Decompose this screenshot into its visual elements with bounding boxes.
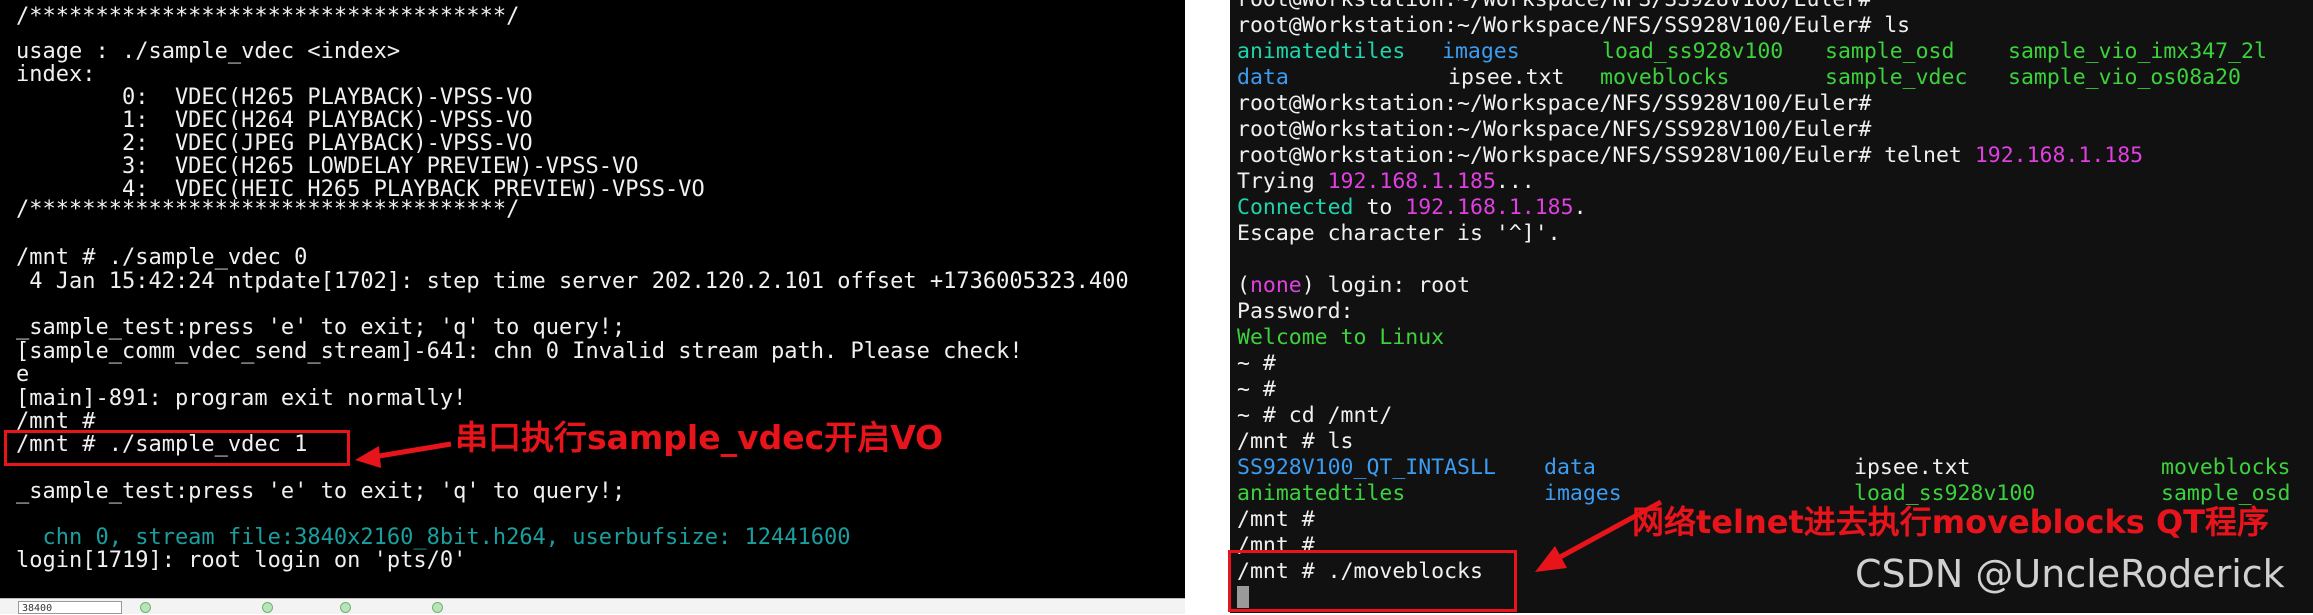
status-led-icon xyxy=(340,602,351,613)
terminal-line: /************************************/ xyxy=(16,197,520,222)
ls-output-row: data xyxy=(1237,65,1289,91)
ls-entry: sample_vio_imx347_2l xyxy=(2008,39,2267,64)
terminal-line: ~ # xyxy=(1237,351,1276,376)
ls-entry: moveblocks xyxy=(1600,65,1730,90)
ls-entry: animatedtiles xyxy=(1237,39,1406,64)
terminal-line: 4 Jan 15:42:24 ntpdate[1702]: step time … xyxy=(16,269,1129,294)
ls-output-row: ipsee.txt xyxy=(1854,455,1971,481)
status-led-icon xyxy=(140,602,151,613)
ls-entry: SS928V100_QT_INTASLL xyxy=(1237,455,1496,480)
ls-entry: sample_vio_os08a20 xyxy=(2008,65,2241,90)
annotation-serial: 串口执行sample_vdec开启VO xyxy=(455,418,944,457)
status-led-icon xyxy=(262,602,273,613)
terminal-line: [sample_comm_vdec_send_stream]-641: chn … xyxy=(16,339,1023,364)
ls-entry: load_ss928v100 xyxy=(1602,39,1784,64)
status-bar: 38400 xyxy=(0,598,1185,614)
highlight-box-telnet-command xyxy=(1228,550,1517,612)
terminal-line: /mnt # ls xyxy=(1237,429,1354,454)
terminal-line: e xyxy=(16,362,30,387)
ip-address: 192.168.1.185 xyxy=(1327,169,1496,194)
ls-output-row: load_ss928v100 xyxy=(1602,39,1783,65)
highlight-box-serial-command xyxy=(4,430,350,466)
ls-output-row: sample_vio_imx347_2l xyxy=(2008,39,2267,65)
ls-output-row: SS928V100_QT_INTASLL xyxy=(1237,455,1496,481)
ls-entry: animatedtiles xyxy=(1237,481,1406,506)
terminal-line: root@Workstation:~/Workspace/NFS/SS928V1… xyxy=(1237,0,1871,13)
ls-entry: sample_osd xyxy=(1825,39,1955,64)
ls-output-row: data xyxy=(1544,455,1596,481)
ip-address: 192.168.1.185 xyxy=(1405,195,1574,220)
terminal-line: Escape character is '^]'. xyxy=(1237,221,1561,246)
serial-terminal-window[interactable]: /************************************/ u… xyxy=(0,0,1185,598)
window-gap xyxy=(1185,0,1230,613)
ls-output-row: animatedtiles xyxy=(1237,481,1405,507)
terminal-line: ~ # cd /mnt/ xyxy=(1237,403,1393,428)
terminal-line: Connected to 192.168.1.185. xyxy=(1237,195,1587,220)
ls-entry: ipsee.txt xyxy=(1854,455,1971,480)
ls-output-row: sample_vio_os08a20 xyxy=(2008,65,2241,91)
ls-output-row: moveblocks xyxy=(1600,65,1729,91)
terminal-line: login[1719]: root login on 'pts/0' xyxy=(16,548,467,573)
terminal-line: root@Workstation:~/Workspace/NFS/SS928V1… xyxy=(1237,117,1872,142)
ls-entry: sample_vdec xyxy=(1825,65,1968,90)
terminal-line: /mnt # ./sample_vdec 0 xyxy=(16,245,308,270)
terminal-line: root@Workstation:~/Workspace/NFS/SS928V1… xyxy=(1237,143,2144,168)
terminal-line: ~ # xyxy=(1237,377,1276,402)
terminal-line: Password: xyxy=(1237,299,1354,324)
terminal-line: Welcome to Linux xyxy=(1237,325,1445,350)
terminal-line: /************************************/ xyxy=(16,4,520,29)
ls-entry: moveblocks xyxy=(2161,455,2291,480)
ls-output-row: animatedtiles xyxy=(1237,39,1405,65)
terminal-line: Trying 192.168.1.185... xyxy=(1237,169,1535,194)
ls-output-row: ipsee.txt xyxy=(1448,65,1565,91)
ls-entry: ipsee.txt xyxy=(1448,65,1565,90)
watermark: CSDN @UncleRoderick xyxy=(1855,552,2285,596)
ls-entry: images xyxy=(1442,39,1520,64)
ls-output-row: sample_osd xyxy=(1825,39,1954,65)
ls-output-row: moveblocks xyxy=(2161,455,2290,481)
ls-output-row: images xyxy=(1442,39,1520,65)
terminal-line: root@Workstation:~/Workspace/NFS/SS928V1… xyxy=(1237,13,1911,38)
terminal-line: _sample_test:press 'e' to exit; 'q' to q… xyxy=(16,479,626,504)
ls-entry: data xyxy=(1544,455,1596,480)
ip-address: 192.168.1.185 xyxy=(1974,143,2144,168)
terminal-line: root@Workstation:~/Workspace/NFS/SS928V1… xyxy=(1237,91,1872,116)
arrow-icon xyxy=(355,441,452,468)
annotation-telnet: 网络telnet进去执行moveblocks QT程序 xyxy=(1632,503,2269,541)
ls-output-row: sample_vdec xyxy=(1825,65,1967,91)
baud-rate-field[interactable]: 38400 xyxy=(18,601,122,614)
terminal-line: /mnt # xyxy=(1237,507,1315,532)
terminal-line: _sample_test:press 'e' to exit; 'q' to q… xyxy=(16,315,626,340)
status-led-icon xyxy=(432,602,443,613)
ls-entry: data xyxy=(1237,65,1289,90)
terminal-line: (none) login: root xyxy=(1237,273,1471,298)
